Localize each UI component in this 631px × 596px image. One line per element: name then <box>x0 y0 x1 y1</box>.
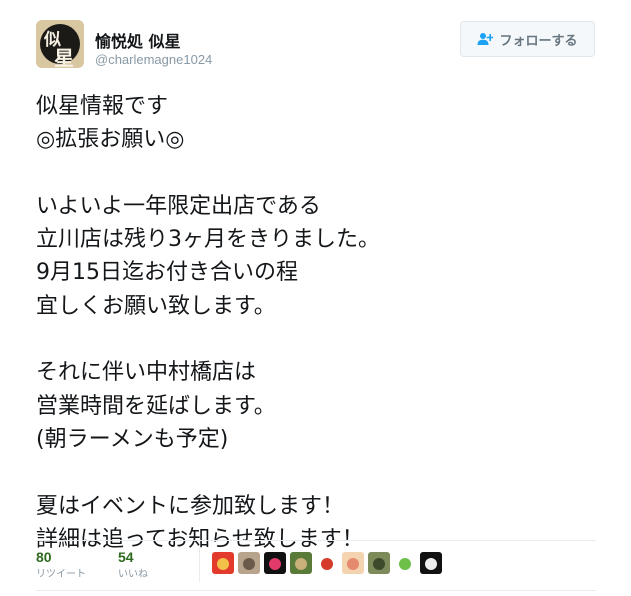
tweet-line: (朝ラーメンも予定) <box>36 426 229 452</box>
liker-avatar-9[interactable] <box>420 552 442 574</box>
retweet-count-value: 80 <box>36 549 52 565</box>
stats-divider <box>36 540 596 541</box>
liker-avatar-6[interactable] <box>342 552 364 574</box>
tweet-line <box>36 323 596 356</box>
tweet-line: いよいよ一年限定出店である <box>36 193 321 219</box>
tweet-line: 宜しくお願い致します。 <box>36 293 276 319</box>
follow-button-label: フォローする <box>499 33 578 49</box>
tweet-line: それに伴い中村橋店は <box>36 360 257 386</box>
liker-avatar-8[interactable] <box>394 552 416 574</box>
tweet-line: 夏はイベントに参加致します！ <box>36 493 345 519</box>
tweet-line: 営業時間を延ばします。 <box>36 393 276 419</box>
tweet-line <box>36 157 596 190</box>
liker-avatar-4[interactable] <box>290 552 312 574</box>
add-user-icon <box>477 32 494 46</box>
liker-avatar-7[interactable] <box>368 552 390 574</box>
avatar[interactable]: 似 星 <box>36 20 84 68</box>
liker-avatar-5[interactable] <box>316 552 338 574</box>
tweet-text: 似星情報です ◎拡張お願い◎ いよいよ一年限定出店である立川店は残り3ヶ月をきりまし… <box>36 90 596 556</box>
like-count-label: いいね <box>118 569 148 580</box>
retweet-count-label: リツイート <box>36 569 86 580</box>
retweet-count[interactable]: 80 リツイート <box>36 548 86 582</box>
liker-avatar-1[interactable] <box>212 552 234 574</box>
follow-button[interactable]: フォローする <box>460 21 595 57</box>
tweet-line: 似星情報です <box>36 94 169 119</box>
tweet-line: 立川店は残り3ヶ月をきりました。 <box>36 227 380 253</box>
tweet-line: ◎拡張お願い◎ <box>36 127 185 153</box>
liker-avatar-2[interactable] <box>238 552 260 574</box>
like-count[interactable]: 54 いいね <box>118 548 148 582</box>
stats-separator <box>199 548 200 582</box>
display-name[interactable]: 愉悦処 似星 <box>95 28 181 52</box>
liker-avatar-3[interactable] <box>264 552 286 574</box>
tweet-line: 9月15日迄お付き合いの程 <box>36 260 298 286</box>
liker-avatars <box>212 552 442 574</box>
stats-divider-bottom <box>36 590 596 591</box>
screen-name[interactable]: @charlemagne1024 <box>95 52 212 67</box>
avatar-glyph-2: 星 <box>54 46 74 68</box>
tweet-line <box>36 456 596 489</box>
like-count-value: 54 <box>118 549 134 565</box>
avatar-logo: 似 星 <box>40 24 80 68</box>
